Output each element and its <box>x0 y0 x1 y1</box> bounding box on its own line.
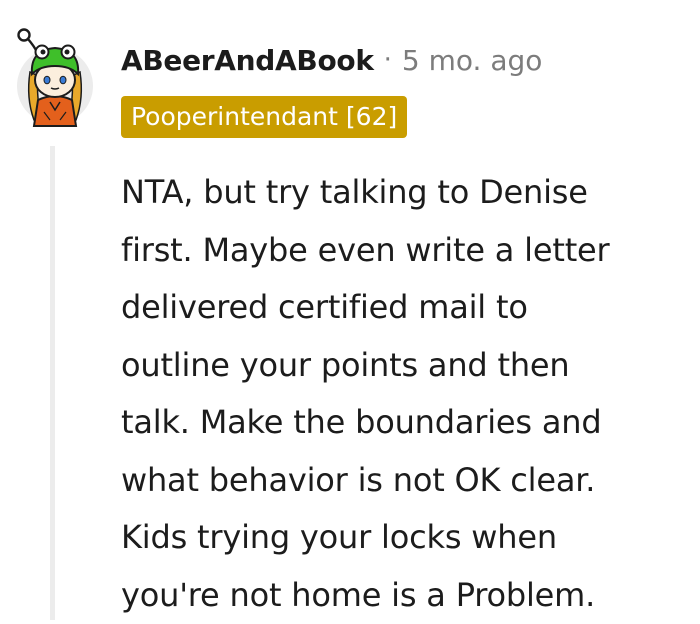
comment-body-line: talk. Make the boundaries and <box>121 394 691 452</box>
comment-body-line: first. Maybe even write a letter <box>121 222 691 280</box>
comment-body-line: outline your points and then <box>121 337 691 395</box>
comment-timestamp[interactable]: 5 mo. ago <box>402 44 543 77</box>
comment-body-line: delivered certified mail to <box>121 279 691 337</box>
comment-body-line: Kids trying your locks when <box>121 509 691 567</box>
comment-body-line: what behavior is not OK clear. <box>121 452 691 510</box>
snoo-avatar-icon <box>16 28 94 128</box>
comment-header: ABeerAndABook · 5 mo. ago <box>121 40 542 80</box>
user-flair: Pooperintendant [62] <box>121 96 407 138</box>
user-avatar[interactable] <box>16 28 94 128</box>
thread-line[interactable] <box>50 146 55 620</box>
comment-body-line: you're not home is a Problem. <box>121 567 691 624</box>
header-separator: · <box>384 45 392 75</box>
comment-author[interactable]: ABeerAndABook <box>121 44 374 77</box>
comment-body: NTA, but try talking to Denise first. Ma… <box>121 164 691 624</box>
comment-body-line: NTA, but try talking to Denise <box>121 164 691 222</box>
